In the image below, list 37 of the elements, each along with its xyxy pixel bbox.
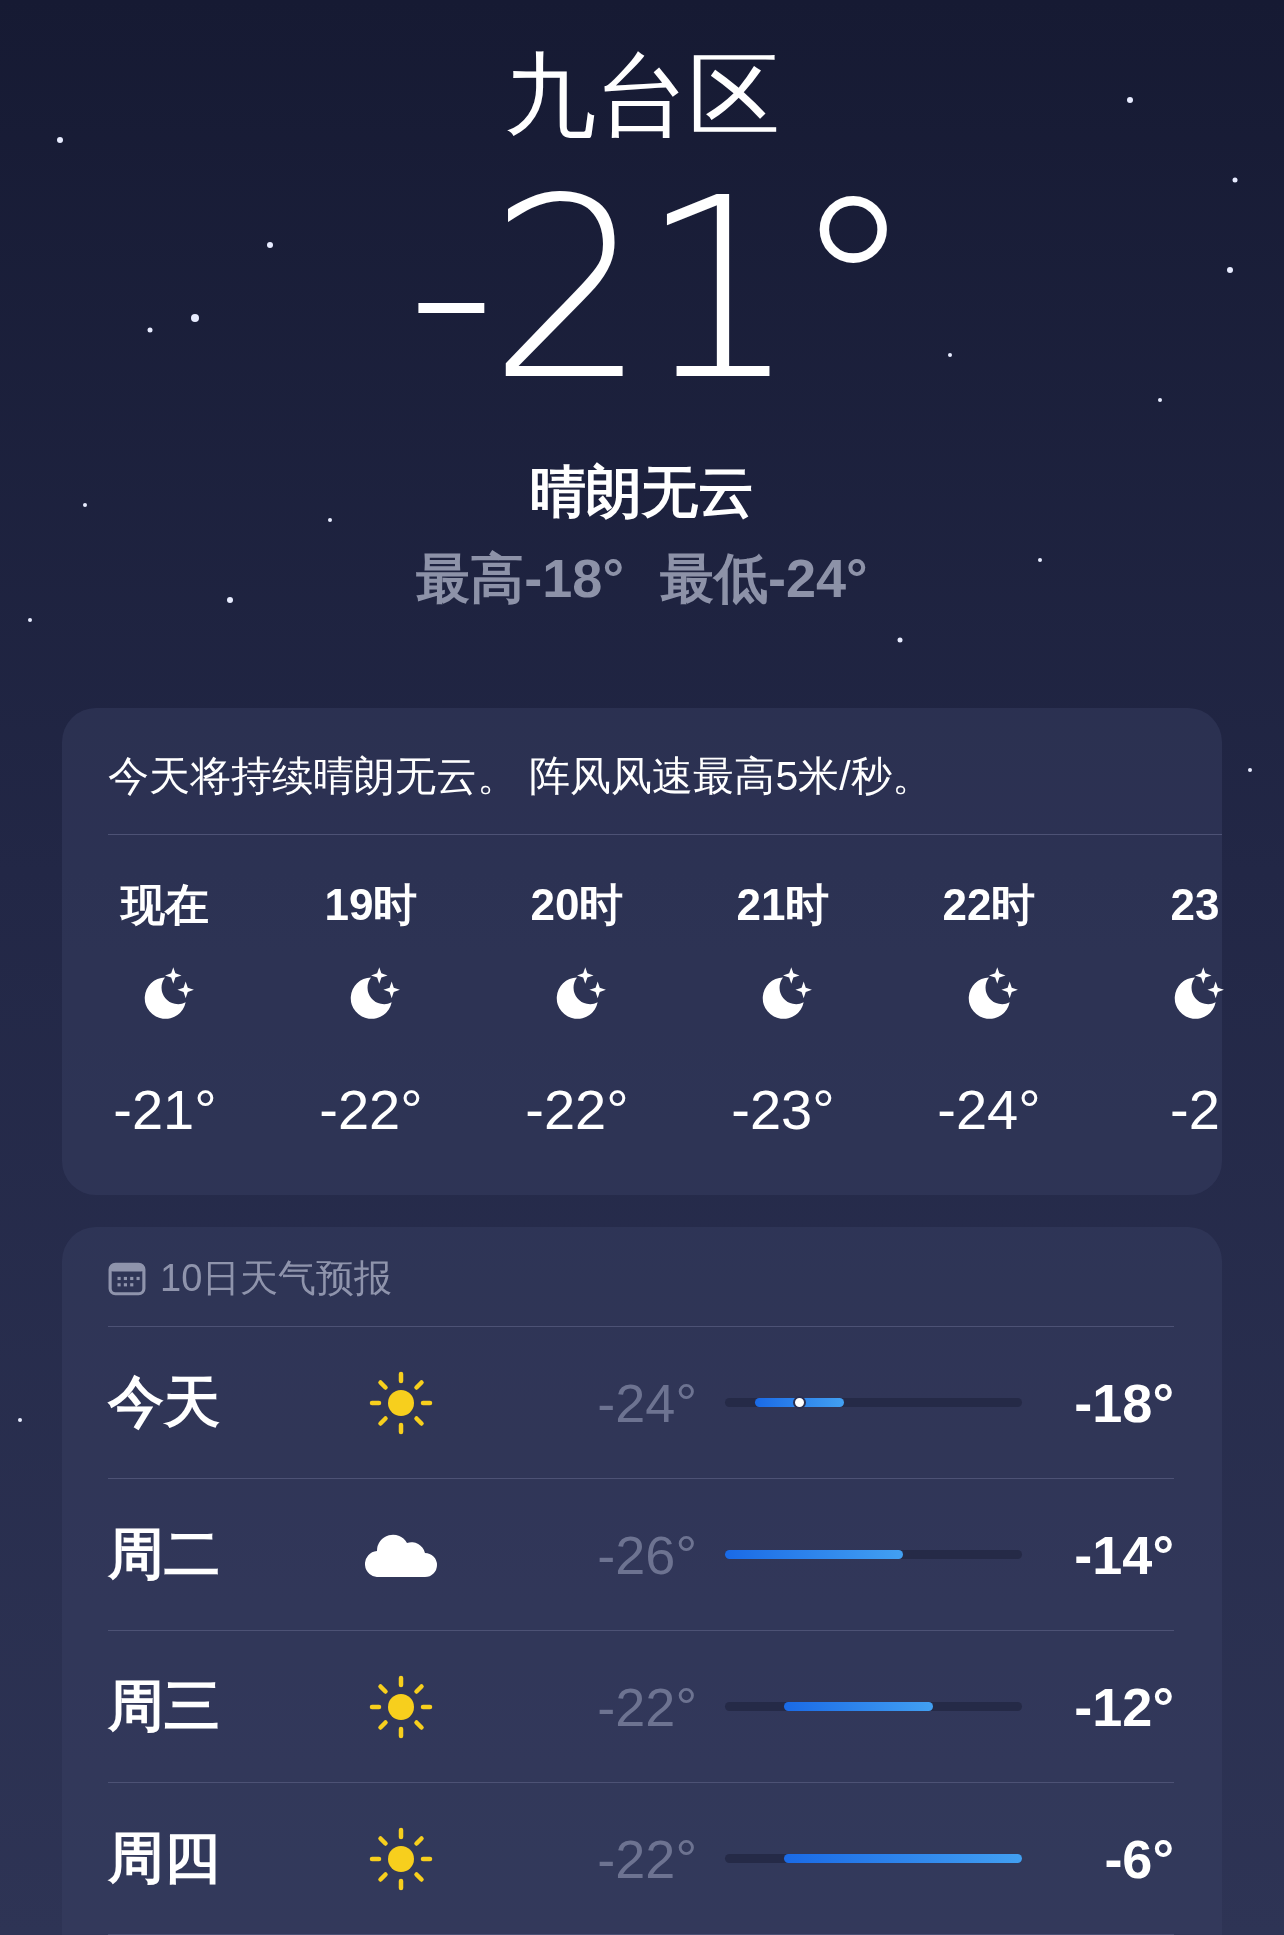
hour-temperature: -2 xyxy=(1170,1077,1220,1143)
low-temperature: -26° xyxy=(596,1523,697,1586)
hour-label: 23 xyxy=(1170,879,1220,931)
hour-temperature: -22° xyxy=(319,1077,423,1143)
hour-label: 22时 xyxy=(942,879,1036,931)
low-temperature: -22° xyxy=(596,1675,697,1738)
sun-icon xyxy=(369,1826,433,1891)
high-temperature: -6° xyxy=(1103,1827,1174,1890)
sun-icon xyxy=(369,1370,433,1435)
weather-condition: 晴朗无云 xyxy=(530,459,754,525)
current-temperature-dot xyxy=(793,1396,807,1409)
hour-label: 现在 xyxy=(121,879,209,931)
low-temperature: 最低-24° xyxy=(660,547,868,610)
low-temperature: -24° xyxy=(596,1371,697,1434)
day-label: 周二 xyxy=(108,1520,221,1587)
high-temperature: -12° xyxy=(1073,1675,1174,1738)
cloud-icon xyxy=(365,1532,437,1577)
calendar-icon xyxy=(108,1261,146,1296)
high-temperature: -14° xyxy=(1073,1523,1174,1586)
current-temperature: -21° xyxy=(406,150,908,430)
sun-icon xyxy=(369,1674,433,1739)
hour-label: 19时 xyxy=(324,879,418,931)
hour-temperature: -21° xyxy=(113,1077,217,1143)
day-label: 今天 xyxy=(108,1368,221,1435)
high-temperature: 最高-18° xyxy=(416,547,624,610)
hour-label: 21时 xyxy=(736,879,830,931)
hour-label: 20时 xyxy=(530,879,624,931)
forecast-title: 10日天气预报 xyxy=(160,1256,393,1301)
hour-temperature: -22° xyxy=(525,1077,629,1143)
low-temperature: -22° xyxy=(596,1827,697,1890)
day-label: 周四 xyxy=(108,1824,221,1891)
forecast-summary: 今天将持续晴朗无云。 阵风风速最高5米/秒。 xyxy=(107,752,934,801)
city-name: 九台区 xyxy=(504,43,780,148)
high-temperature: -18° xyxy=(1073,1371,1174,1434)
hour-temperature: -24° xyxy=(937,1077,1041,1143)
hour-temperature: -23° xyxy=(731,1077,835,1143)
day-label: 周三 xyxy=(108,1672,221,1739)
